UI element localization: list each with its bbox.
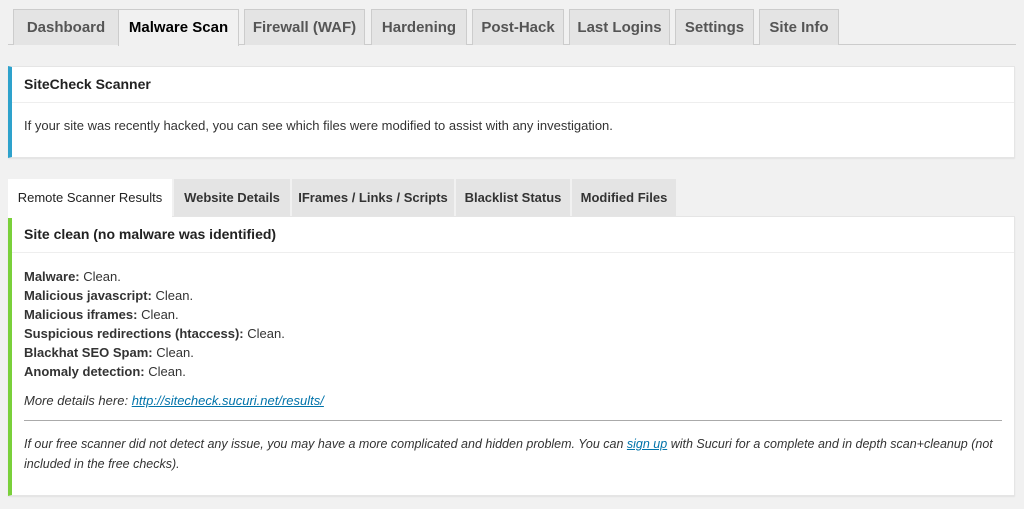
note-text: If our free scanner did not detect any i… <box>24 437 627 451</box>
sign-up-link[interactable]: sign up <box>627 437 667 451</box>
check-value: Clean. <box>148 364 186 379</box>
subtab-remote-scanner-results[interactable]: Remote Scanner Results <box>8 179 172 218</box>
more-details: More details here: http://sitecheck.sucu… <box>24 393 1002 408</box>
upsell-note: If our free scanner did not detect any i… <box>24 434 1002 474</box>
check-label: Malware: <box>24 269 80 284</box>
check-value: Clean. <box>155 288 194 303</box>
panel-title: SiteCheck Scanner <box>12 67 1014 103</box>
more-details-label: More details here: <box>24 393 129 408</box>
tab-site-info[interactable]: Site Info <box>759 9 839 45</box>
result-title: Site clean (no malware was identified) <box>12 217 1014 253</box>
check-malicious-iframes: Malicious iframes: Clean. <box>24 305 1002 324</box>
check-value: Clean. <box>83 269 121 284</box>
subtab-blacklist-status[interactable]: Blacklist Status <box>456 179 570 217</box>
sitecheck-results-link[interactable]: http://sitecheck.sucuri.net/results/ <box>132 393 324 408</box>
check-label: Anomaly detection: <box>24 364 145 379</box>
tab-hardening[interactable]: Hardening <box>371 9 467 45</box>
tab-firewall-waf[interactable]: Firewall (WAF) <box>244 9 365 45</box>
tab-settings[interactable]: Settings <box>675 9 754 45</box>
check-value: Clean. <box>247 326 285 341</box>
tab-post-hack[interactable]: Post-Hack <box>472 9 564 45</box>
check-label: Malicious iframes: <box>24 307 138 322</box>
subtab-iframes-links-scripts[interactable]: IFrames / Links / Scripts <box>292 179 454 217</box>
check-label: Suspicious redirections (htaccess): <box>24 326 244 341</box>
check-blackhat-seo-spam: Blackhat SEO Spam: Clean. <box>24 343 1002 362</box>
divider <box>24 420 1002 421</box>
sitecheck-scanner-panel: SiteCheck Scanner If your site was recen… <box>8 66 1015 158</box>
check-malware: Malware: Clean. <box>24 267 1002 286</box>
check-label: Blackhat SEO Spam: <box>24 345 153 360</box>
tab-malware-scan[interactable]: Malware Scan <box>118 9 239 46</box>
main-nav-tabs: Dashboard Malware Scan Firewall (WAF) Ha… <box>8 0 1016 46</box>
tab-dashboard[interactable]: Dashboard <box>13 9 119 45</box>
check-malicious-javascript: Malicious javascript: Clean. <box>24 286 1002 305</box>
tab-last-logins[interactable]: Last Logins <box>569 9 670 45</box>
subtab-website-details[interactable]: Website Details <box>174 179 290 217</box>
check-value: Clean. <box>156 345 194 360</box>
panel-description: If your site was recently hacked, you ca… <box>24 118 613 133</box>
check-anomaly-detection: Anomaly detection: Clean. <box>24 362 1002 381</box>
scan-result-panel: Site clean (no malware was identified) M… <box>8 216 1015 496</box>
check-label: Malicious javascript: <box>24 288 152 303</box>
subtab-modified-files[interactable]: Modified Files <box>572 179 676 217</box>
check-suspicious-redirections: Suspicious redirections (htaccess): Clea… <box>24 324 1002 343</box>
check-value: Clean. <box>141 307 179 322</box>
